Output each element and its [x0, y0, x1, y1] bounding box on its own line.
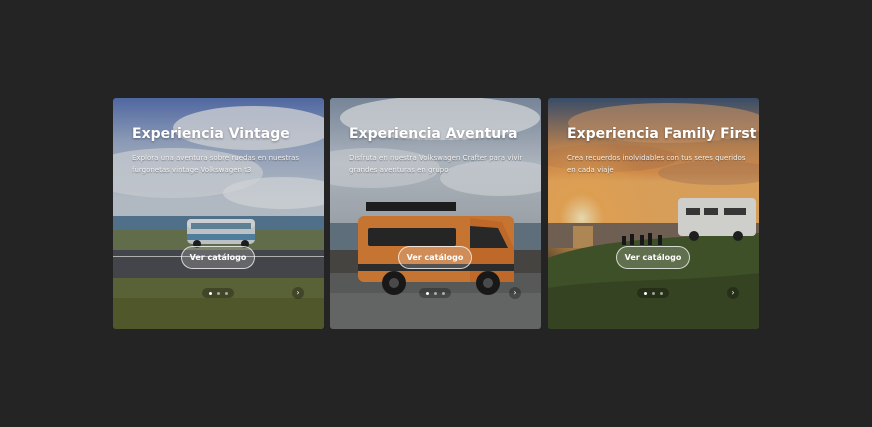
- carousel-dot[interactable]: [224, 291, 228, 295]
- carousel-dot[interactable]: [216, 291, 220, 295]
- carousel-dot[interactable]: [441, 291, 445, 295]
- experience-cards: Experiencia Vintage Explora una aventura…: [113, 98, 759, 329]
- chevron-right-icon[interactable]: ›: [509, 287, 521, 299]
- card-aventura[interactable]: Experiencia Aventura Disfruta en nuestra…: [330, 98, 541, 329]
- carousel-dot[interactable]: [651, 291, 655, 295]
- card-description: Crea recuerdos inolvidables con tus sere…: [567, 154, 746, 174]
- card-description: Explora una aventura sobre ruedas en nue…: [132, 154, 299, 174]
- card-vintage[interactable]: Experiencia Vintage Explora una aventura…: [113, 98, 324, 329]
- carousel-dots: [637, 288, 669, 298]
- view-catalog-button[interactable]: Ver catálogo: [181, 246, 255, 269]
- carousel-dot[interactable]: [433, 291, 437, 295]
- carousel-dot[interactable]: [208, 291, 212, 295]
- view-catalog-button[interactable]: Ver catálogo: [616, 246, 690, 269]
- chevron-right-icon[interactable]: ›: [292, 287, 304, 299]
- carousel-dots: [419, 288, 451, 298]
- card-title: Experiencia Aventura: [349, 126, 518, 142]
- card-title: Experiencia Family First: [567, 126, 757, 142]
- card-title: Experiencia Vintage: [132, 126, 290, 142]
- carousel-dots: [202, 288, 234, 298]
- carousel-dot[interactable]: [659, 291, 663, 295]
- card-description: Disfruta en nuestra Volkswagen Crafter p…: [349, 154, 523, 174]
- view-catalog-button[interactable]: Ver catálogo: [398, 246, 472, 269]
- carousel-dot[interactable]: [643, 291, 647, 295]
- carousel-dot[interactable]: [425, 291, 429, 295]
- card-family-first[interactable]: Experiencia Family First Crea recuerdos …: [548, 98, 759, 329]
- chevron-right-icon[interactable]: ›: [727, 287, 739, 299]
